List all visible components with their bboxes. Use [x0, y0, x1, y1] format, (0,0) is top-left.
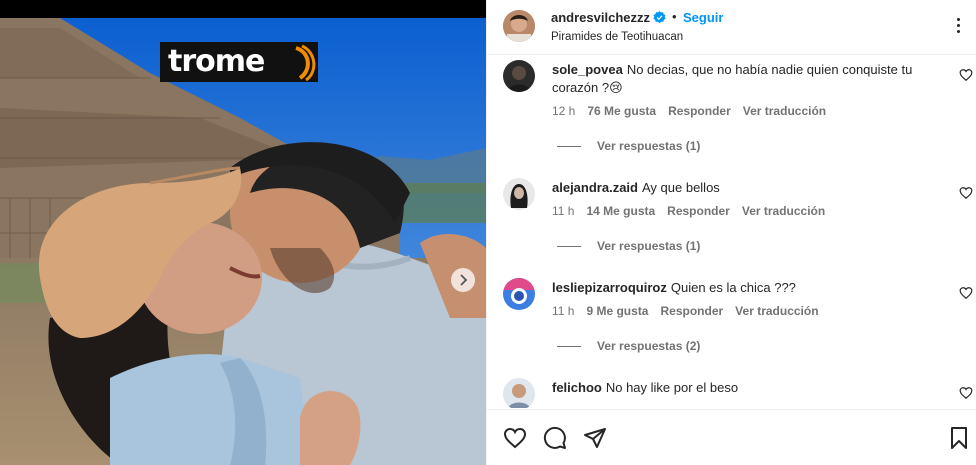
comment-likes[interactable]: 9 Me gusta	[586, 304, 648, 318]
comment-body: felichoo No hay like por el beso	[552, 379, 937, 397]
view-replies-button[interactable]: Ver respuestas (2)	[557, 339, 700, 353]
comment-likes[interactable]: 76 Me gusta	[587, 104, 656, 118]
trome-logo: trome	[160, 42, 318, 82]
heart-icon[interactable]	[959, 186, 973, 200]
replies-line	[557, 245, 581, 247]
verified-badge-icon	[653, 11, 666, 24]
bookmark-icon[interactable]	[947, 426, 971, 450]
comment-meta: 11 h 9 Me gusta Responder Ver traducción	[552, 304, 819, 318]
translate-button[interactable]: Ver traducción	[735, 304, 818, 318]
reply-button[interactable]: Responder	[660, 304, 723, 318]
commenter-avatar[interactable]	[503, 378, 535, 408]
comment-time[interactable]: 11 h	[552, 204, 574, 218]
heart-icon[interactable]	[959, 386, 973, 400]
chevron-right-icon	[460, 274, 468, 286]
logo-text: trome	[168, 44, 265, 79]
view-replies-label: Ver respuestas (2)	[597, 339, 701, 353]
commenter-avatar-image	[503, 178, 535, 210]
comments-list[interactable]: sole_povea No decias, que no había nadie …	[487, 56, 976, 408]
next-image-button[interactable]	[451, 268, 475, 292]
view-replies-label: Ver respuestas (1)	[597, 139, 701, 153]
comment-body: sole_povea No decias, que no había nadie …	[552, 61, 937, 97]
translate-button[interactable]: Ver traducción	[743, 104, 826, 118]
author-username[interactable]: andresvilchezzz	[551, 10, 650, 25]
photo-scene	[0, 18, 486, 465]
author-avatar[interactable]	[503, 10, 535, 42]
commenter-avatar-image	[503, 378, 535, 408]
follow-button[interactable]: Seguir	[683, 10, 723, 25]
post-actions-bar	[487, 409, 976, 465]
reply-button[interactable]: Responder	[668, 104, 731, 118]
share-icon[interactable]	[583, 426, 607, 450]
commenter-avatar-image	[503, 278, 535, 310]
commenter-avatar[interactable]	[503, 278, 535, 310]
post-sidebar: andresvilchezzz • Seguir Piramides de Te…	[486, 0, 976, 465]
comment-text: Ay que bellos	[641, 180, 720, 195]
author-avatar-image	[503, 10, 535, 42]
view-replies-button[interactable]: Ver respuestas (1)	[557, 239, 700, 253]
comment-icon[interactable]	[543, 426, 567, 450]
more-options-icon[interactable]	[949, 14, 967, 36]
commenter-avatar-image	[503, 60, 535, 92]
logo-mark-icon	[295, 44, 316, 82]
comment-body: alejandra.zaid Ay que bellos	[552, 179, 937, 197]
comment-username[interactable]: lesliepizarroquiroz	[552, 280, 667, 295]
commenter-avatar[interactable]	[503, 60, 535, 92]
view-replies-button[interactable]: Ver respuestas (1)	[557, 139, 700, 153]
translate-button[interactable]: Ver traducción	[742, 204, 825, 218]
photo-top-bar	[0, 0, 486, 18]
heart-icon[interactable]	[503, 426, 527, 450]
comment-meta: 11 h 14 Me gusta Responder Ver traducció…	[552, 204, 825, 218]
commenter-avatar[interactable]	[503, 178, 535, 210]
comment-username[interactable]: felichoo	[552, 380, 602, 395]
heart-icon[interactable]	[959, 68, 973, 82]
comment-text: No hay like por el beso	[605, 380, 739, 395]
comment-time[interactable]: 12 h	[552, 104, 575, 118]
comment-time[interactable]: 11 h	[552, 304, 574, 318]
heart-icon[interactable]	[959, 286, 973, 300]
view-replies-label: Ver respuestas (1)	[597, 239, 701, 253]
comment-likes[interactable]: 14 Me gusta	[586, 204, 655, 218]
comment-meta: 12 h 76 Me gusta Responder Ver traducció…	[552, 104, 826, 118]
post-header: andresvilchezzz • Seguir Piramides de Te…	[487, 0, 976, 55]
post-location[interactable]: Piramides de Teotihuacan	[551, 31, 683, 43]
replies-line	[557, 145, 581, 147]
comment-body: lesliepizarroquiroz Quien es la chica ???	[552, 279, 937, 297]
comment-username[interactable]: alejandra.zaid	[552, 180, 638, 195]
comment-username[interactable]: sole_povea	[552, 62, 623, 77]
header-separator: •	[672, 9, 677, 24]
post-photo[interactable]: trome	[0, 0, 486, 465]
replies-line	[557, 345, 581, 347]
reply-button[interactable]: Responder	[667, 204, 730, 218]
comment-text: Quien es la chica ???	[670, 280, 796, 295]
